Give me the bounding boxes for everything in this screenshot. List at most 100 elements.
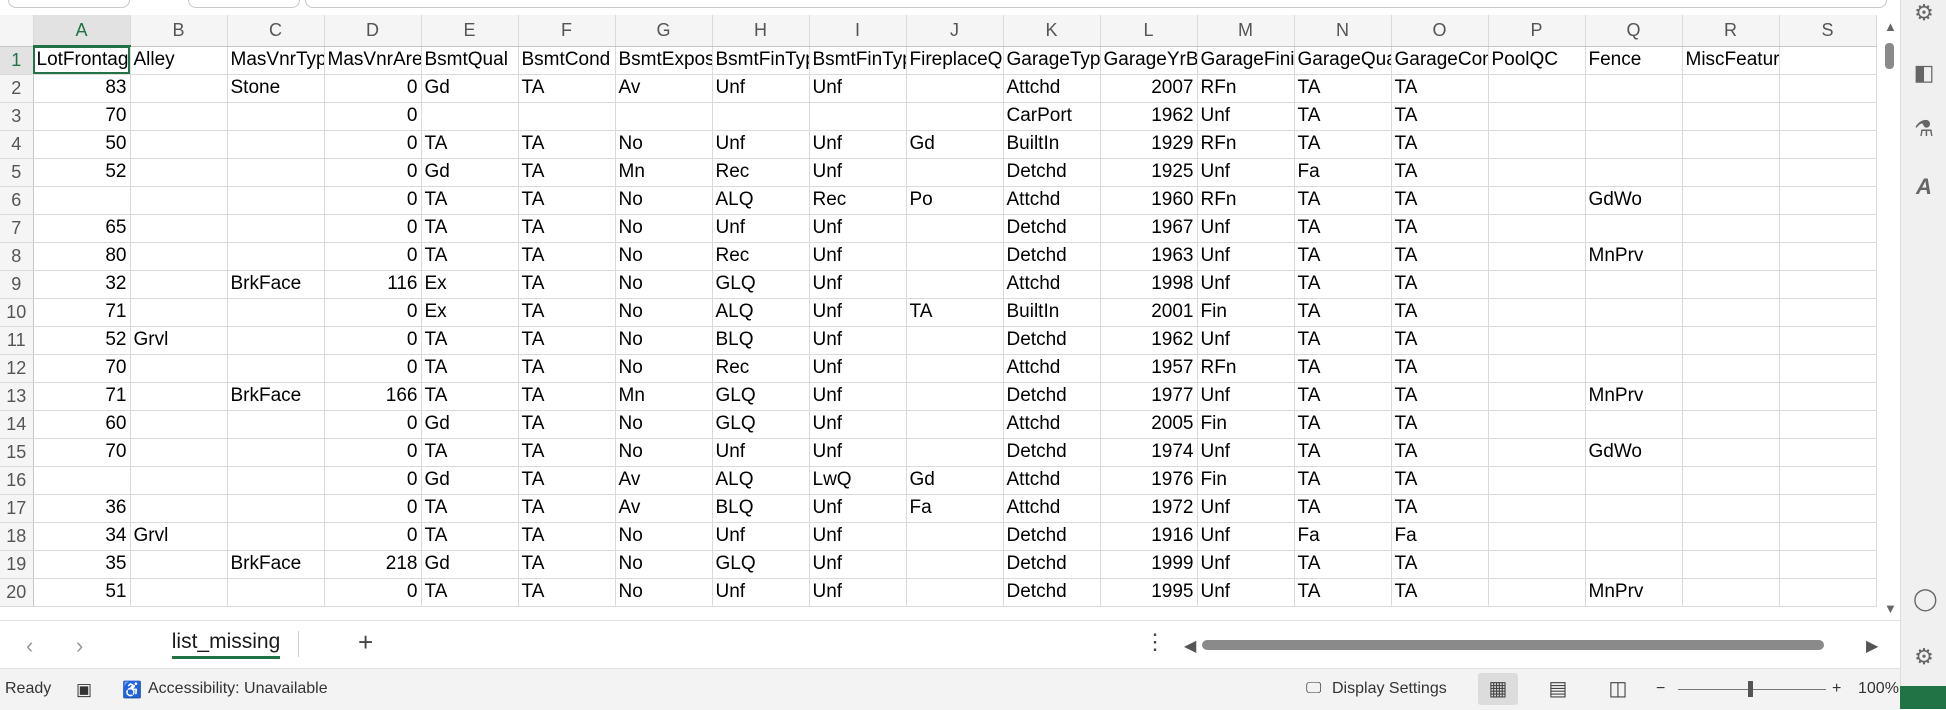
cell-i11[interactable]: Unf [809,326,907,355]
cell-i2[interactable]: Unf [809,74,907,103]
cell-j1[interactable]: FireplaceQu [906,46,1004,75]
cell-a7[interactable]: 65 [33,214,131,243]
cell-k16[interactable]: Attchd [1003,466,1101,495]
cell-d15[interactable]: 0 [324,438,422,467]
cell-n9[interactable]: TA [1294,270,1392,299]
column-header-h[interactable]: H [712,15,810,47]
cell-q14[interactable] [1585,410,1683,439]
cell-j6[interactable]: Po [906,186,1004,215]
cell-d12[interactable]: 0 [324,354,422,383]
cell-i20[interactable]: Unf [809,578,907,607]
cell-j18[interactable] [906,522,1004,551]
cell-j12[interactable] [906,354,1004,383]
cell-o19[interactable]: TA [1391,550,1489,579]
cell-b3[interactable] [130,102,228,131]
cell-j13[interactable] [906,382,1004,411]
cell-j4[interactable]: Gd [906,130,1004,159]
cell-s12[interactable] [1779,354,1877,383]
cell-e17[interactable]: TA [421,494,519,523]
toolbar-button-remnant[interactable] [188,0,300,8]
cell-b20[interactable] [130,578,228,607]
cell-b17[interactable] [130,494,228,523]
cell-i18[interactable]: Unf [809,522,907,551]
cell-l1[interactable]: GarageYrBlt [1100,46,1198,75]
cell-o1[interactable]: GarageCond [1391,46,1489,75]
cell-l6[interactable]: 1960 [1100,186,1198,215]
cell-e15[interactable]: TA [421,438,519,467]
font-icon[interactable]: A [1913,176,1935,198]
cell-l19[interactable]: 1999 [1100,550,1198,579]
cell-m3[interactable]: Unf [1197,102,1295,131]
cell-k10[interactable]: BuiltIn [1003,298,1101,327]
cell-p13[interactable] [1488,382,1586,411]
cell-a15[interactable]: 70 [33,438,131,467]
cell-c14[interactable] [227,410,325,439]
cell-s5[interactable] [1779,158,1877,187]
cell-r3[interactable] [1682,102,1780,131]
plus-icon[interactable]: + [358,627,373,658]
row-header[interactable]: 9 [0,270,34,299]
cell-r13[interactable] [1682,382,1780,411]
cell-s15[interactable] [1779,438,1877,467]
cell-r20[interactable] [1682,578,1780,607]
cell-n6[interactable]: TA [1294,186,1392,215]
scroll-left-icon[interactable]: ◀ [1184,636,1196,656]
cell-i13[interactable]: Unf [809,382,907,411]
name-box-remnant[interactable] [8,0,130,8]
cell-e20[interactable]: TA [421,578,519,607]
cell-q20[interactable]: MnPrv [1585,578,1683,607]
cell-p10[interactable] [1488,298,1586,327]
chevron-left-icon[interactable]: ‹ [26,633,33,659]
macro-record-icon[interactable]: ▣ [76,680,92,700]
cell-p6[interactable] [1488,186,1586,215]
cell-p3[interactable] [1488,102,1586,131]
scroll-right-icon[interactable]: ▶ [1866,636,1878,656]
cell-r8[interactable] [1682,242,1780,271]
cell-i7[interactable]: Unf [809,214,907,243]
cell-d8[interactable]: 0 [324,242,422,271]
cell-a10[interactable]: 71 [33,298,131,327]
cell-q8[interactable]: MnPrv [1585,242,1683,271]
cell-a8[interactable]: 80 [33,242,131,271]
cell-o17[interactable]: TA [1391,494,1489,523]
cell-e16[interactable]: Gd [421,466,519,495]
cell-q1[interactable]: Fence [1585,46,1683,75]
cell-s19[interactable] [1779,550,1877,579]
column-header-n[interactable]: N [1294,15,1392,47]
cell-n4[interactable]: TA [1294,130,1392,159]
cell-b14[interactable] [130,410,228,439]
cell-p2[interactable] [1488,74,1586,103]
cell-i9[interactable]: Unf [809,270,907,299]
cell-b18[interactable]: Grvl [130,522,228,551]
cell-k18[interactable]: Detchd [1003,522,1101,551]
cell-m20[interactable]: Unf [1197,578,1295,607]
cell-m2[interactable]: RFn [1197,74,1295,103]
page-layout-view-icon[interactable]: ▤ [1538,673,1578,705]
cell-f9[interactable]: TA [518,270,616,299]
vertical-scrollbar[interactable]: ▲ ▼ [1880,15,1900,620]
cell-r17[interactable] [1682,494,1780,523]
cell-h3[interactable] [712,102,810,131]
row-header[interactable]: 4 [0,130,34,159]
cell-f3[interactable] [518,102,616,131]
row-header[interactable]: 6 [0,186,34,215]
cell-m19[interactable]: Unf [1197,550,1295,579]
cell-q13[interactable]: MnPrv [1585,382,1683,411]
cell-k9[interactable]: Attchd [1003,270,1101,299]
display-settings-icon[interactable]: 🖵 [1306,680,1321,698]
cell-l17[interactable]: 1972 [1100,494,1198,523]
column-header-s[interactable]: S [1779,15,1877,47]
cell-f1[interactable]: BsmtCond [518,46,616,75]
cell-m12[interactable]: RFn [1197,354,1295,383]
cell-c5[interactable] [227,158,325,187]
cell-h17[interactable]: BLQ [712,494,810,523]
accessibility-icon[interactable]: ♿ [122,680,142,700]
cell-c15[interactable] [227,438,325,467]
cell-j5[interactable] [906,158,1004,187]
cell-i3[interactable] [809,102,907,131]
cell-s7[interactable] [1779,214,1877,243]
cell-s13[interactable] [1779,382,1877,411]
cell-m17[interactable]: Unf [1197,494,1295,523]
cell-p8[interactable] [1488,242,1586,271]
cell-f12[interactable]: TA [518,354,616,383]
